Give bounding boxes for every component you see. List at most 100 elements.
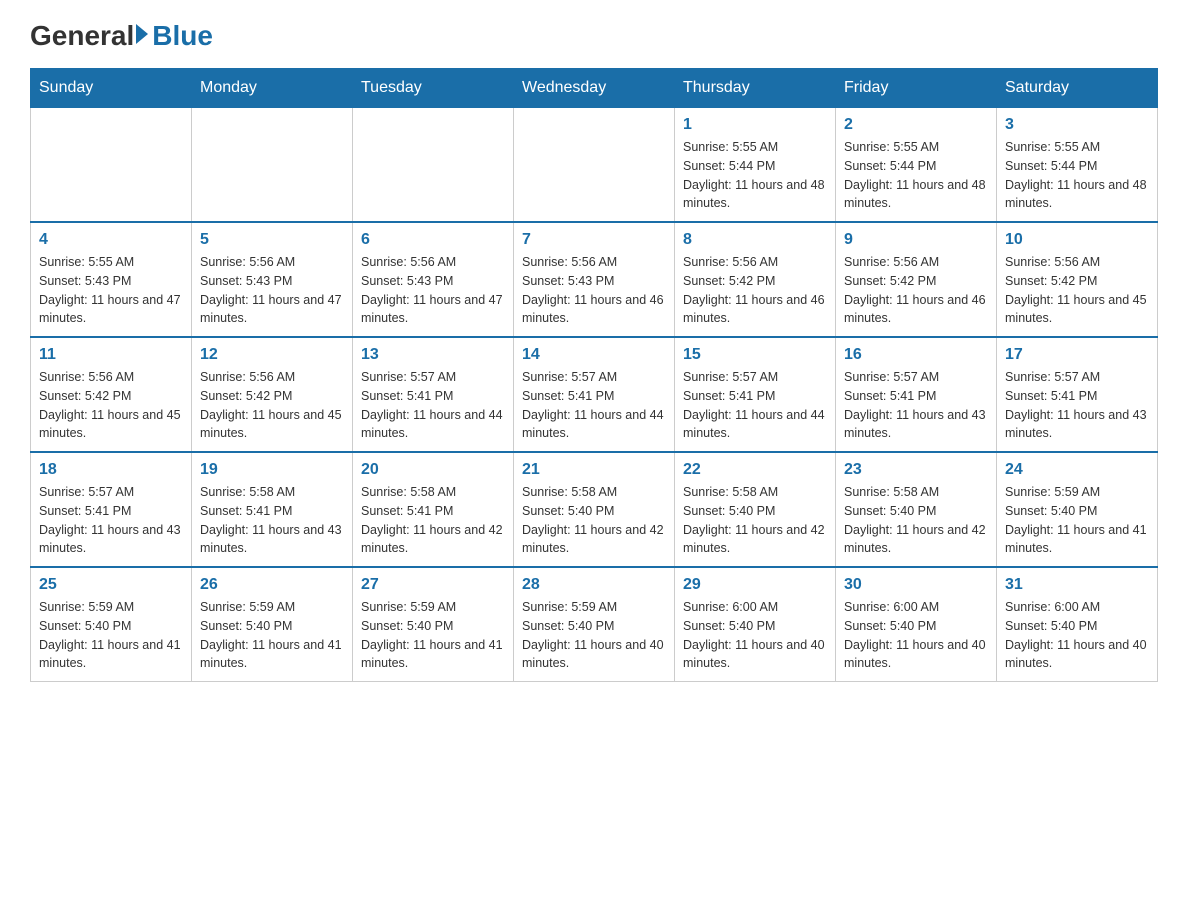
week-row-1: 1 Sunrise: 5:55 AMSunset: 5:44 PMDaylight… — [31, 108, 1158, 223]
day-info: Sunrise: 5:55 AMSunset: 5:44 PMDaylight:… — [683, 138, 827, 213]
calendar-cell: 27Sunrise: 5:59 AMSunset: 5:40 PMDayligh… — [353, 567, 514, 682]
calendar-cell: 10 Sunrise: 5:56 AMSunset: 5:42 PMDayligh… — [997, 222, 1158, 337]
day-info: Sunrise: 5:56 AMSunset: 5:42 PMDaylight:… — [683, 253, 827, 328]
day-number: 4 — [39, 231, 183, 249]
day-info: Sunrise: 5:57 AMSunset: 5:41 PMDaylight:… — [39, 483, 183, 558]
day-number: 10 — [1005, 231, 1149, 249]
calendar-cell: 11 Sunrise: 5:56 AMSunset: 5:42 PMDayligh… — [31, 337, 192, 452]
calendar-cell — [192, 108, 353, 223]
day-number: 16 — [844, 346, 988, 364]
calendar-cell: 17Sunrise: 5:57 AMSunset: 5:41 PMDayligh… — [997, 337, 1158, 452]
calendar-cell: 28 Sunrise: 5:59 AMSunset: 5:40 PMDayligh… — [514, 567, 675, 682]
day-info: Sunrise: 5:57 AMSunset: 5:41 PMDaylight:… — [683, 368, 827, 443]
calendar-header-row: SundayMondayTuesdayWednesdayThursdayFrid… — [31, 69, 1158, 108]
calendar-cell: 25 Sunrise: 5:59 AMSunset: 5:40 PMDayligh… — [31, 567, 192, 682]
day-info: Sunrise: 5:57 AMSunset: 5:41 PMDaylight:… — [844, 368, 988, 443]
day-info: Sunrise: 5:56 AMSunset: 5:42 PMDaylight:… — [844, 253, 988, 328]
day-number: 30 — [844, 576, 988, 594]
day-number: 8 — [683, 231, 827, 249]
day-info: Sunrise: 5:56 AMSunset: 5:43 PMDaylight:… — [200, 253, 344, 328]
day-number: 12 — [200, 346, 344, 364]
day-number: 21 — [522, 461, 666, 479]
day-info: Sunrise: 6:00 AMSunset: 5:40 PMDaylight:… — [844, 598, 988, 673]
day-info: Sunrise: 5:59 AMSunset: 5:40 PMDaylight:… — [39, 598, 183, 673]
calendar-cell: 14Sunrise: 5:57 AMSunset: 5:41 PMDayligh… — [514, 337, 675, 452]
day-info: Sunrise: 5:55 AMSunset: 5:44 PMDaylight:… — [1005, 138, 1149, 213]
calendar-cell: 1 Sunrise: 5:55 AMSunset: 5:44 PMDaylight… — [675, 108, 836, 223]
calendar-cell: 22 Sunrise: 5:58 AMSunset: 5:40 PMDayligh… — [675, 452, 836, 567]
day-number: 11 — [39, 346, 183, 364]
calendar-cell: 29 Sunrise: 6:00 AMSunset: 5:40 PMDayligh… — [675, 567, 836, 682]
calendar-cell: 12Sunrise: 5:56 AMSunset: 5:42 PMDayligh… — [192, 337, 353, 452]
day-number: 22 — [683, 461, 827, 479]
day-info: Sunrise: 6:00 AMSunset: 5:40 PMDaylight:… — [683, 598, 827, 673]
day-number: 9 — [844, 231, 988, 249]
calendar-table: SundayMondayTuesdayWednesdayThursdayFrid… — [30, 68, 1158, 682]
day-info: Sunrise: 5:59 AMSunset: 5:40 PMDaylight:… — [522, 598, 666, 673]
calendar-cell — [31, 108, 192, 223]
day-info: Sunrise: 5:58 AMSunset: 5:40 PMDaylight:… — [844, 483, 988, 558]
day-info: Sunrise: 5:55 AMSunset: 5:43 PMDaylight:… — [39, 253, 183, 328]
calendar-cell: 21Sunrise: 5:58 AMSunset: 5:40 PMDayligh… — [514, 452, 675, 567]
week-row-5: 25 Sunrise: 5:59 AMSunset: 5:40 PMDayligh… — [31, 567, 1158, 682]
calendar-cell: 26 Sunrise: 5:59 AMSunset: 5:40 PMDayligh… — [192, 567, 353, 682]
calendar-cell — [514, 108, 675, 223]
logo-general-text: General — [30, 20, 134, 52]
day-number: 2 — [844, 116, 988, 134]
week-row-4: 18 Sunrise: 5:57 AMSunset: 5:41 PMDayligh… — [31, 452, 1158, 567]
day-number: 7 — [522, 231, 666, 249]
logo: General Blue — [30, 20, 213, 48]
day-number: 1 — [683, 116, 827, 134]
day-info: Sunrise: 5:55 AMSunset: 5:44 PMDaylight:… — [844, 138, 988, 213]
day-number: 28 — [522, 576, 666, 594]
page-header: General Blue — [30, 20, 1158, 48]
col-header-tuesday: Tuesday — [353, 69, 514, 108]
day-number: 27 — [361, 576, 505, 594]
day-info: Sunrise: 5:59 AMSunset: 5:40 PMDaylight:… — [1005, 483, 1149, 558]
day-number: 25 — [39, 576, 183, 594]
day-number: 29 — [683, 576, 827, 594]
logo-blue-text: Blue — [152, 20, 213, 52]
calendar-cell: 6 Sunrise: 5:56 AMSunset: 5:43 PMDaylight… — [353, 222, 514, 337]
day-info: Sunrise: 5:56 AMSunset: 5:42 PMDaylight:… — [39, 368, 183, 443]
logo-arrow-icon — [136, 24, 148, 44]
day-info: Sunrise: 5:59 AMSunset: 5:40 PMDaylight:… — [200, 598, 344, 673]
calendar-cell: 15 Sunrise: 5:57 AMSunset: 5:41 PMDayligh… — [675, 337, 836, 452]
calendar-cell: 31 Sunrise: 6:00 AMSunset: 5:40 PMDayligh… — [997, 567, 1158, 682]
day-info: Sunrise: 5:58 AMSunset: 5:41 PMDaylight:… — [361, 483, 505, 558]
day-number: 23 — [844, 461, 988, 479]
day-info: Sunrise: 5:58 AMSunset: 5:40 PMDaylight:… — [683, 483, 827, 558]
col-header-sunday: Sunday — [31, 69, 192, 108]
col-header-wednesday: Wednesday — [514, 69, 675, 108]
calendar-cell: 16 Sunrise: 5:57 AMSunset: 5:41 PMDayligh… — [836, 337, 997, 452]
day-info: Sunrise: 5:56 AMSunset: 5:43 PMDaylight:… — [361, 253, 505, 328]
day-number: 31 — [1005, 576, 1149, 594]
day-info: Sunrise: 5:56 AMSunset: 5:42 PMDaylight:… — [1005, 253, 1149, 328]
day-number: 26 — [200, 576, 344, 594]
day-number: 14 — [522, 346, 666, 364]
day-info: Sunrise: 5:56 AMSunset: 5:43 PMDaylight:… — [522, 253, 666, 328]
day-number: 6 — [361, 231, 505, 249]
week-row-2: 4 Sunrise: 5:55 AMSunset: 5:43 PMDaylight… — [31, 222, 1158, 337]
calendar-cell: 9 Sunrise: 5:56 AMSunset: 5:42 PMDaylight… — [836, 222, 997, 337]
calendar-cell: 5Sunrise: 5:56 AMSunset: 5:43 PMDaylight… — [192, 222, 353, 337]
day-number: 13 — [361, 346, 505, 364]
calendar-cell: 18 Sunrise: 5:57 AMSunset: 5:41 PMDayligh… — [31, 452, 192, 567]
calendar-cell: 24 Sunrise: 5:59 AMSunset: 5:40 PMDayligh… — [997, 452, 1158, 567]
col-header-monday: Monday — [192, 69, 353, 108]
calendar-cell: 20Sunrise: 5:58 AMSunset: 5:41 PMDayligh… — [353, 452, 514, 567]
calendar-cell: 8 Sunrise: 5:56 AMSunset: 5:42 PMDaylight… — [675, 222, 836, 337]
day-number: 24 — [1005, 461, 1149, 479]
day-info: Sunrise: 6:00 AMSunset: 5:40 PMDaylight:… — [1005, 598, 1149, 673]
calendar-cell: 4 Sunrise: 5:55 AMSunset: 5:43 PMDaylight… — [31, 222, 192, 337]
day-number: 15 — [683, 346, 827, 364]
col-header-friday: Friday — [836, 69, 997, 108]
calendar-cell: 7 Sunrise: 5:56 AMSunset: 5:43 PMDaylight… — [514, 222, 675, 337]
day-number: 3 — [1005, 116, 1149, 134]
day-number: 18 — [39, 461, 183, 479]
week-row-3: 11 Sunrise: 5:56 AMSunset: 5:42 PMDayligh… — [31, 337, 1158, 452]
col-header-saturday: Saturday — [997, 69, 1158, 108]
col-header-thursday: Thursday — [675, 69, 836, 108]
day-number: 17 — [1005, 346, 1149, 364]
calendar-cell: 19Sunrise: 5:58 AMSunset: 5:41 PMDayligh… — [192, 452, 353, 567]
